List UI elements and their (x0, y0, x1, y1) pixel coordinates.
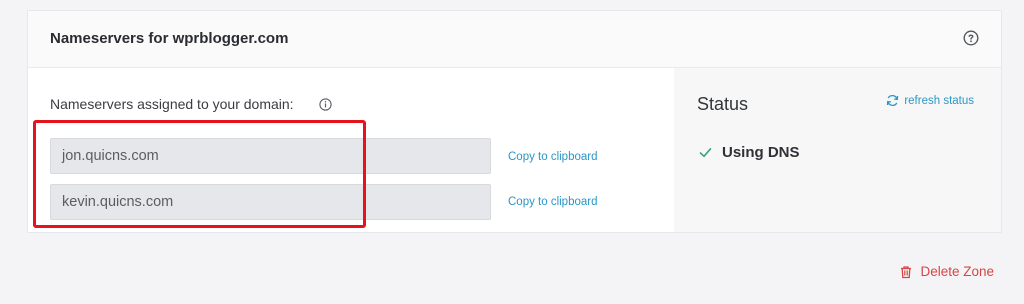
card-header: Nameservers for wprblogger.com (28, 11, 1001, 68)
status-title: Status (697, 94, 749, 114)
copy-to-clipboard-link-1[interactable]: Copy to clipboard (508, 151, 598, 163)
nameservers-label: Nameservers assigned to your domain: (50, 96, 294, 112)
status-text: Using DNS (722, 144, 800, 161)
delete-zone-label: Delete Zone (920, 264, 994, 279)
delete-zone-button[interactable]: Delete Zone (899, 264, 994, 279)
trash-icon (901, 265, 912, 278)
check-icon (699, 148, 712, 158)
refresh-status-link[interactable]: refresh status (886, 94, 974, 107)
question-circle-icon[interactable] (963, 30, 979, 46)
info-circle-icon[interactable] (319, 98, 332, 111)
status-section: Status refresh status Using DNS (674, 68, 1001, 232)
refresh-status-label: refresh status (904, 94, 974, 107)
highlight-box (33, 120, 366, 228)
refresh-icon (887, 94, 899, 107)
copy-to-clipboard-link-2[interactable]: Copy to clipboard (508, 196, 598, 208)
page-title: Nameservers for wprblogger.com (50, 30, 289, 47)
status-value: Using DNS (699, 144, 800, 161)
